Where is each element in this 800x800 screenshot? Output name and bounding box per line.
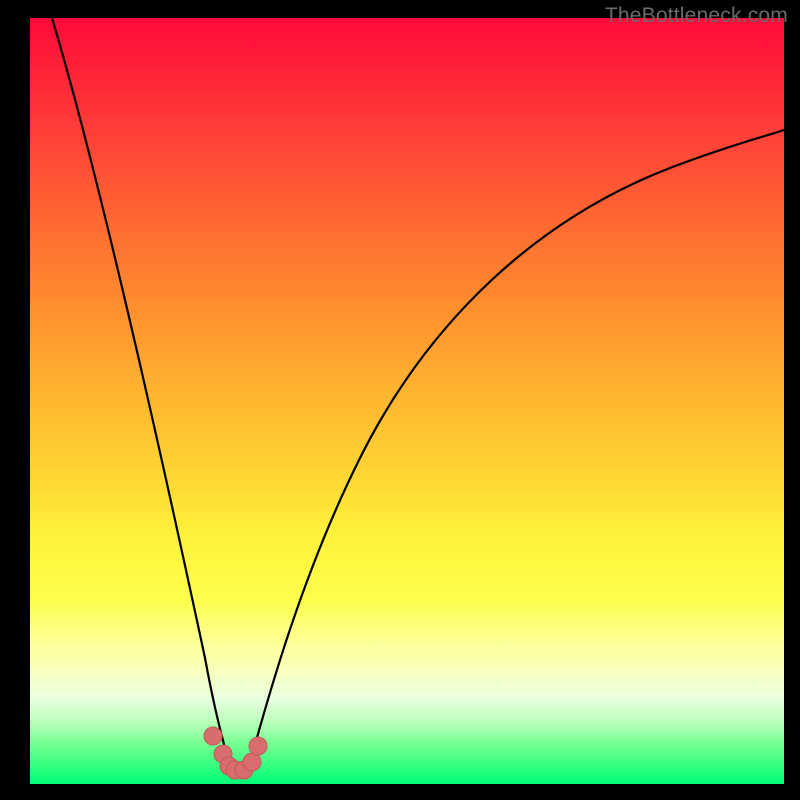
watermark-text: TheBottleneck.com — [605, 4, 788, 28]
curve-left-branch — [52, 18, 231, 770]
plot-area — [30, 18, 784, 784]
curve-right-branch — [248, 130, 784, 770]
bottleneck-curve — [30, 18, 784, 784]
